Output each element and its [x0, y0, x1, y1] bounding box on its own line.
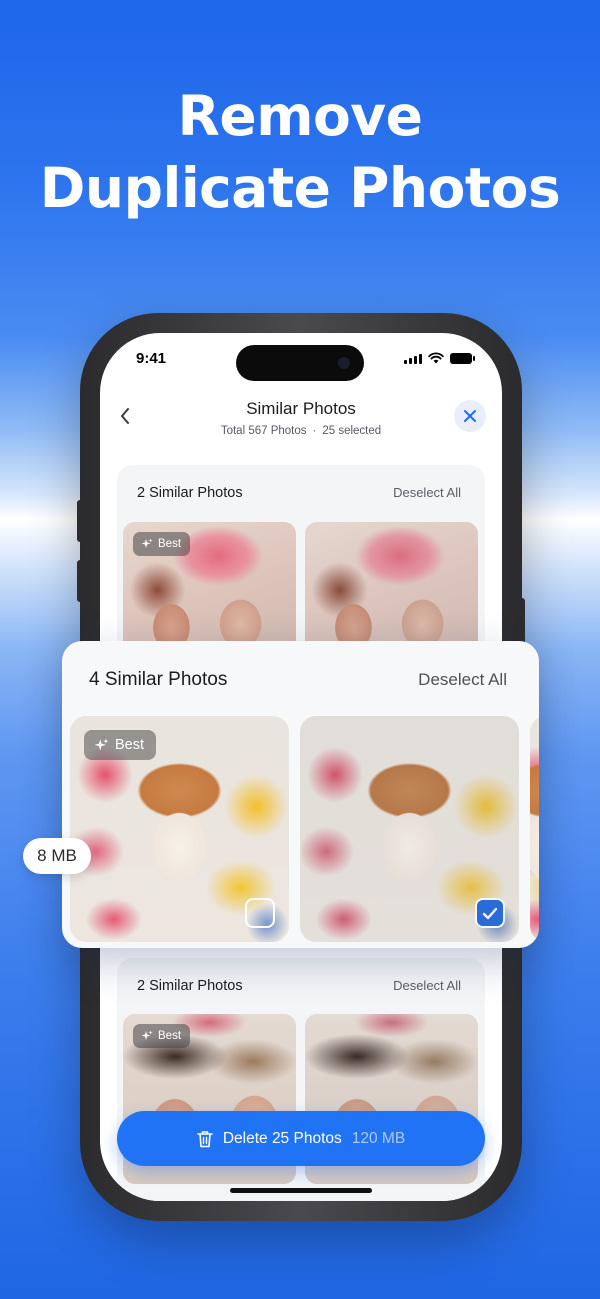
select-checkbox-unchecked[interactable]: [245, 898, 275, 928]
battery-icon: [450, 353, 475, 364]
dynamic-island: [236, 345, 364, 381]
close-icon: [464, 410, 476, 422]
headline: Remove Duplicate Photos: [0, 80, 600, 224]
group-title: 2 Similar Photos: [137, 978, 243, 994]
close-button[interactable]: [454, 400, 486, 432]
similar-group-highlighted: 4 Similar Photos Deselect All Best: [62, 641, 539, 948]
delete-button-size: 120 MB: [351, 1129, 406, 1147]
trash-icon: [197, 1130, 213, 1147]
best-badge-label: Best: [158, 1030, 182, 1042]
page-subtitle: Total 567 Photos · 25 selected: [100, 425, 502, 437]
deselect-all-button[interactable]: Deselect All: [393, 978, 461, 994]
status-icons: [404, 352, 475, 364]
headline-line-2: Duplicate Photos: [39, 156, 561, 220]
phone-side-button: [77, 500, 83, 542]
group-title: 4 Similar Photos: [89, 669, 228, 690]
signal-icon: [404, 354, 422, 364]
delete-photos-button[interactable]: Delete 25 Photos 120 MB: [117, 1111, 485, 1166]
best-badge: Best: [133, 1024, 191, 1048]
file-size-badge: 8 MB: [23, 838, 91, 874]
photo-thumbnail[interactable]: [300, 716, 519, 942]
best-badge: Best: [84, 730, 157, 760]
photo-thumbnail[interactable]: Best: [70, 716, 289, 942]
best-badge: Best: [133, 532, 191, 556]
status-time: 9:41: [136, 350, 167, 367]
selected-count: 25 selected: [322, 425, 382, 437]
checkmark-icon: [482, 907, 498, 919]
sparkle-icon: [141, 538, 153, 548]
photo-thumbnail[interactable]: [530, 716, 539, 942]
camera-icon: [338, 357, 350, 369]
sparkle-icon: [94, 738, 109, 750]
group-title: 2 Similar Photos: [137, 485, 243, 501]
best-badge-label: Best: [158, 538, 182, 550]
separator: ·: [312, 425, 317, 437]
select-checkbox-checked[interactable]: [475, 898, 505, 928]
page-title: Similar Photos: [246, 399, 356, 418]
deselect-all-button[interactable]: Deselect All: [393, 485, 461, 501]
wifi-icon: [428, 352, 444, 364]
home-indicator[interactable]: [230, 1188, 372, 1193]
best-badge-label: Best: [115, 737, 145, 753]
delete-button-label: Delete 25 Photos: [222, 1129, 342, 1147]
headline-line-1: Remove: [177, 84, 423, 148]
sparkle-icon: [141, 1030, 153, 1040]
total-count: Total 567 Photos: [220, 425, 307, 437]
phone-side-button: [77, 560, 83, 602]
deselect-all-button[interactable]: Deselect All: [418, 670, 507, 690]
